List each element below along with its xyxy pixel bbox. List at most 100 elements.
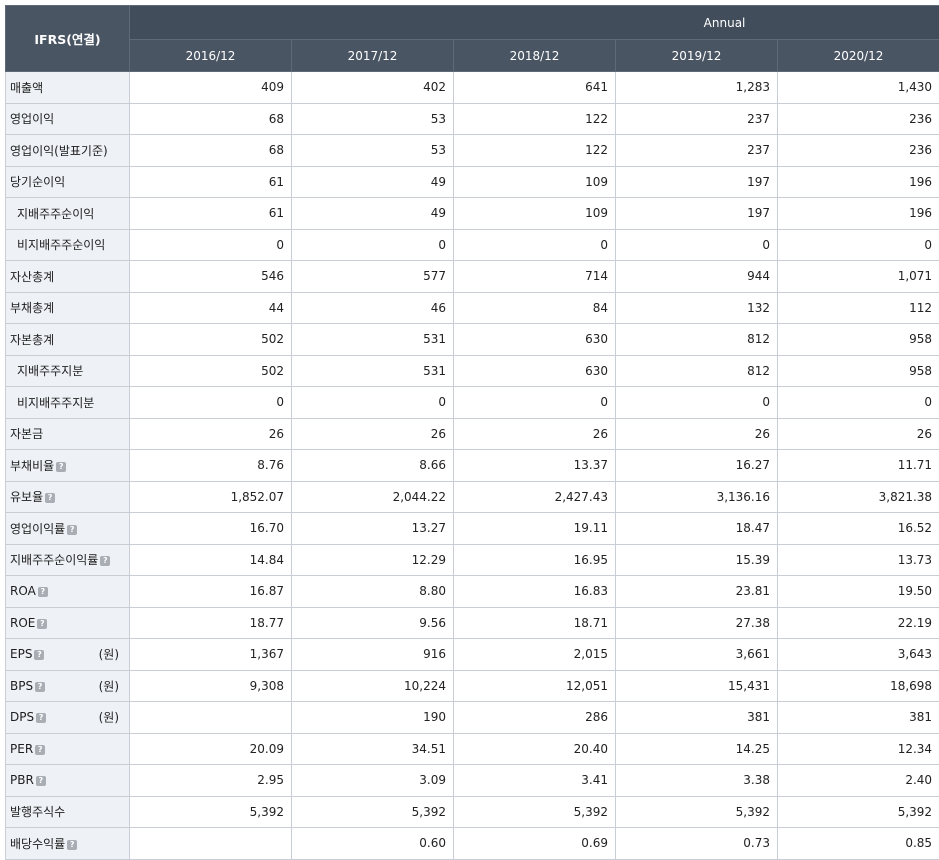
year-header: 2020/12 xyxy=(776,39,939,72)
table-row: 배당수익률? 0.60 0.69 0.73 0.85 xyxy=(5,827,939,860)
table-row: 지배주주순이익 61 49 109 197 196 xyxy=(5,197,939,230)
table-cell: 122 xyxy=(453,102,616,135)
table-cell: 20.09 xyxy=(129,732,292,765)
table-row: 당기순이익 61 49 109 197 196 xyxy=(5,165,939,198)
table-cell: 812 xyxy=(615,323,778,356)
unit-label: (원) xyxy=(98,647,119,662)
help-icon[interactable]: ? xyxy=(67,524,78,535)
row-label: 부채총계 xyxy=(5,291,130,324)
help-icon[interactable]: ? xyxy=(100,556,111,567)
table-cell: 13.27 xyxy=(291,512,454,545)
row-label: PER? xyxy=(5,732,130,765)
table-cell: 44 xyxy=(129,291,292,324)
row-label-text: 자본금 xyxy=(10,427,44,442)
year-header: 2018/12 xyxy=(453,39,616,72)
table-cell: 236 xyxy=(776,102,939,135)
financial-summary: IFRS(연결) Annual 2016/12 2017/12 2018/12 201… xyxy=(5,5,939,860)
table-cell: 12,051 xyxy=(453,669,616,702)
help-icon[interactable]: ? xyxy=(35,744,46,755)
table-row: PBR? 2.95 3.09 3.41 3.38 2.40 xyxy=(5,764,939,797)
year-header: 2019/12 xyxy=(615,39,778,72)
row-label: 자본금 xyxy=(5,417,130,450)
table-cell: 1,283 xyxy=(615,71,778,104)
table-cell: 23.81 xyxy=(615,575,778,608)
help-icon[interactable]: ? xyxy=(56,461,67,472)
help-icon[interactable]: ? xyxy=(37,618,48,629)
table-cell: 12.34 xyxy=(776,732,939,765)
table-cell: 0.85 xyxy=(776,827,939,860)
help-icon[interactable]: ? xyxy=(67,839,78,850)
table-cell: 3,661 xyxy=(615,638,778,671)
table-cell: 109 xyxy=(453,197,616,230)
table-cell: 2,427.43 xyxy=(453,480,616,513)
table-row: 비지배주주순이익 0 0 0 0 0 xyxy=(5,228,939,261)
table-cell: 0 xyxy=(291,228,454,261)
table-cell: 16.83 xyxy=(453,575,616,608)
table-cell: 3.38 xyxy=(615,764,778,797)
table-row: 영업이익 68 53 122 237 236 xyxy=(5,102,939,135)
table-cell: 122 xyxy=(453,134,616,167)
table-cell: 16.27 xyxy=(615,449,778,482)
table-cell: 630 xyxy=(453,354,616,387)
table-cell: 1,430 xyxy=(776,71,939,104)
row-label: 자본총계 xyxy=(5,323,130,356)
table-cell: 20.40 xyxy=(453,732,616,765)
row-label: 당기순이익 xyxy=(5,165,130,198)
help-icon[interactable]: ? xyxy=(36,713,47,724)
year-header: 2016/12 xyxy=(129,39,292,72)
table-row: 영업이익(발표기준) 68 53 122 237 236 xyxy=(5,134,939,167)
financial-table: IFRS(연결) Annual 2016/12 2017/12 2018/12 201… xyxy=(5,5,939,860)
table-cell: 19.11 xyxy=(453,512,616,545)
year-header: 2017/12 xyxy=(291,39,454,72)
help-icon[interactable]: ? xyxy=(35,776,46,787)
table-cell: 286 xyxy=(453,701,616,734)
row-label-text: BPS xyxy=(10,678,34,693)
table-cell: 18.71 xyxy=(453,606,616,639)
table-cell: 2.40 xyxy=(776,764,939,797)
help-icon[interactable]: ? xyxy=(35,681,46,692)
row-label-text: 매출액 xyxy=(10,80,44,95)
table-cell: 34.51 xyxy=(291,732,454,765)
table-row: 지배주주지분 502 531 630 812 958 xyxy=(5,354,939,387)
table-cell: 531 xyxy=(291,323,454,356)
table-row: DPS? (원) 190 286 381 381 xyxy=(5,701,939,734)
row-label: EPS? (원) xyxy=(5,638,130,671)
row-label-text: 영업이익률 xyxy=(10,521,66,536)
table-cell: 2,015 xyxy=(453,638,616,671)
table-cell: 19.50 xyxy=(776,575,939,608)
table-cell: 237 xyxy=(615,134,778,167)
row-label: PBR? xyxy=(5,764,130,797)
table-cell: 0.69 xyxy=(453,827,616,860)
row-label-text: 지배주주순이익률 xyxy=(10,553,99,568)
row-label-text: EPS xyxy=(10,647,33,662)
table-cell: 1,367 xyxy=(129,638,292,671)
table-cell: 944 xyxy=(615,260,778,293)
row-label-text: 당기순이익 xyxy=(10,175,66,190)
table-cell: 5,392 xyxy=(776,795,939,828)
table-cell: 714 xyxy=(453,260,616,293)
table-cell: 18.77 xyxy=(129,606,292,639)
table-cell: 9.56 xyxy=(291,606,454,639)
table-cell: 18,698 xyxy=(776,669,939,702)
table-cell: 812 xyxy=(615,354,778,387)
table-cell: 0.60 xyxy=(291,827,454,860)
table-cell: 0.73 xyxy=(615,827,778,860)
table-cell: 2.95 xyxy=(129,764,292,797)
help-icon[interactable]: ? xyxy=(34,650,45,661)
table-row: 부채총계 44 46 84 132 112 xyxy=(5,291,939,324)
table-cell: 26 xyxy=(776,417,939,450)
table-row: BPS? (원) 9,308 10,224 12,051 15,431 18,698 xyxy=(5,669,939,702)
help-icon[interactable]: ? xyxy=(45,493,56,504)
help-icon[interactable]: ? xyxy=(37,587,48,598)
table-cell: 68 xyxy=(129,102,292,135)
row-label-text: ROE xyxy=(10,615,36,630)
table-cell: 1,071 xyxy=(776,260,939,293)
row-label-text: DPS xyxy=(10,710,35,725)
table-cell: 237 xyxy=(615,102,778,135)
table-cell: 132 xyxy=(615,291,778,324)
table-cell: 196 xyxy=(776,165,939,198)
row-label-text: PBR xyxy=(10,773,34,788)
row-label: 자산총계 xyxy=(5,260,130,293)
table-cell: 0 xyxy=(615,386,778,419)
table-cell: 8.80 xyxy=(291,575,454,608)
